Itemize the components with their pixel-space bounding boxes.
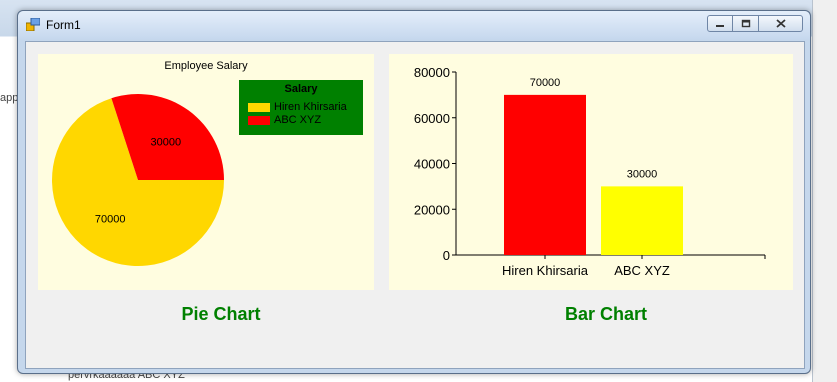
bar-data-label: 70000 (530, 77, 561, 89)
y-tick-label: 0 (443, 248, 450, 263)
legend-item: ABC XYZ (248, 114, 321, 126)
close-icon (775, 19, 786, 28)
bar-chart-panel: 0 20000 40000 60000 80000 70000 Hiren Khirsari… (389, 54, 793, 290)
bar (504, 94, 586, 255)
bar-chart-caption: Bar Chart (564, 304, 648, 324)
pie-data-label: 70000 (95, 213, 126, 225)
y-tick-label: 20000 (414, 202, 450, 217)
app-icon (26, 18, 40, 31)
x-tick-label: Hiren Khirsaria (502, 263, 589, 278)
legend-title: Salary (284, 83, 318, 95)
restore-icon (741, 19, 750, 28)
bar (601, 186, 683, 255)
y-tick-label: 60000 (414, 111, 450, 126)
y-tick-label: 40000 (414, 157, 450, 172)
bar-chart: 0 20000 40000 60000 80000 70000 Hiren Khirsari… (414, 65, 766, 278)
minimize-icon (716, 24, 724, 27)
window-controls (707, 15, 803, 33)
y-tick-label: 80000 (414, 65, 450, 80)
legend-item: Hiren Khirsaria (248, 101, 347, 113)
legend-label: Hiren Khirsaria (274, 101, 347, 113)
pie-data-label: 30000 (151, 137, 182, 149)
legend-swatch (248, 115, 270, 125)
bar-data-label: 30000 (627, 168, 658, 180)
title-bar[interactable]: Form1 (18, 11, 810, 39)
legend-swatch (248, 102, 270, 112)
maximize-button[interactable] (733, 15, 759, 32)
x-tick-label: ABC XYZ (614, 263, 670, 278)
window-title: Form1 (46, 18, 81, 32)
form-window: Form1 Employee Salary 70000 30000 Salary … (17, 10, 811, 374)
background-left-text: app (0, 92, 19, 104)
pie-chart-panel: Employee Salary 70000 30000 Salary Hiren … (38, 54, 374, 290)
minimize-button[interactable] (707, 15, 733, 32)
pie-chart-caption: Pie Chart (181, 304, 261, 324)
close-button[interactable] (759, 15, 803, 32)
form-client-area: Employee Salary 70000 30000 Salary Hiren … (25, 41, 805, 369)
pie-legend: Salary Hiren Khirsaria ABC XYZ (239, 80, 363, 135)
legend-label: ABC XYZ (274, 114, 322, 126)
